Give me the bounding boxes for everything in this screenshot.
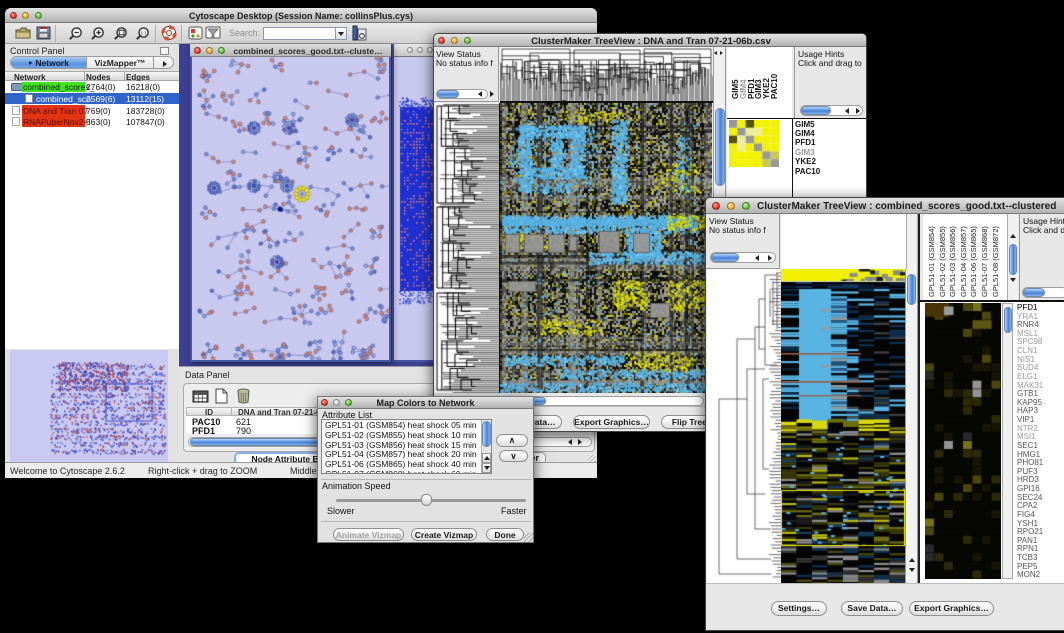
svg-text:1:1: 1:1: [140, 30, 147, 35]
